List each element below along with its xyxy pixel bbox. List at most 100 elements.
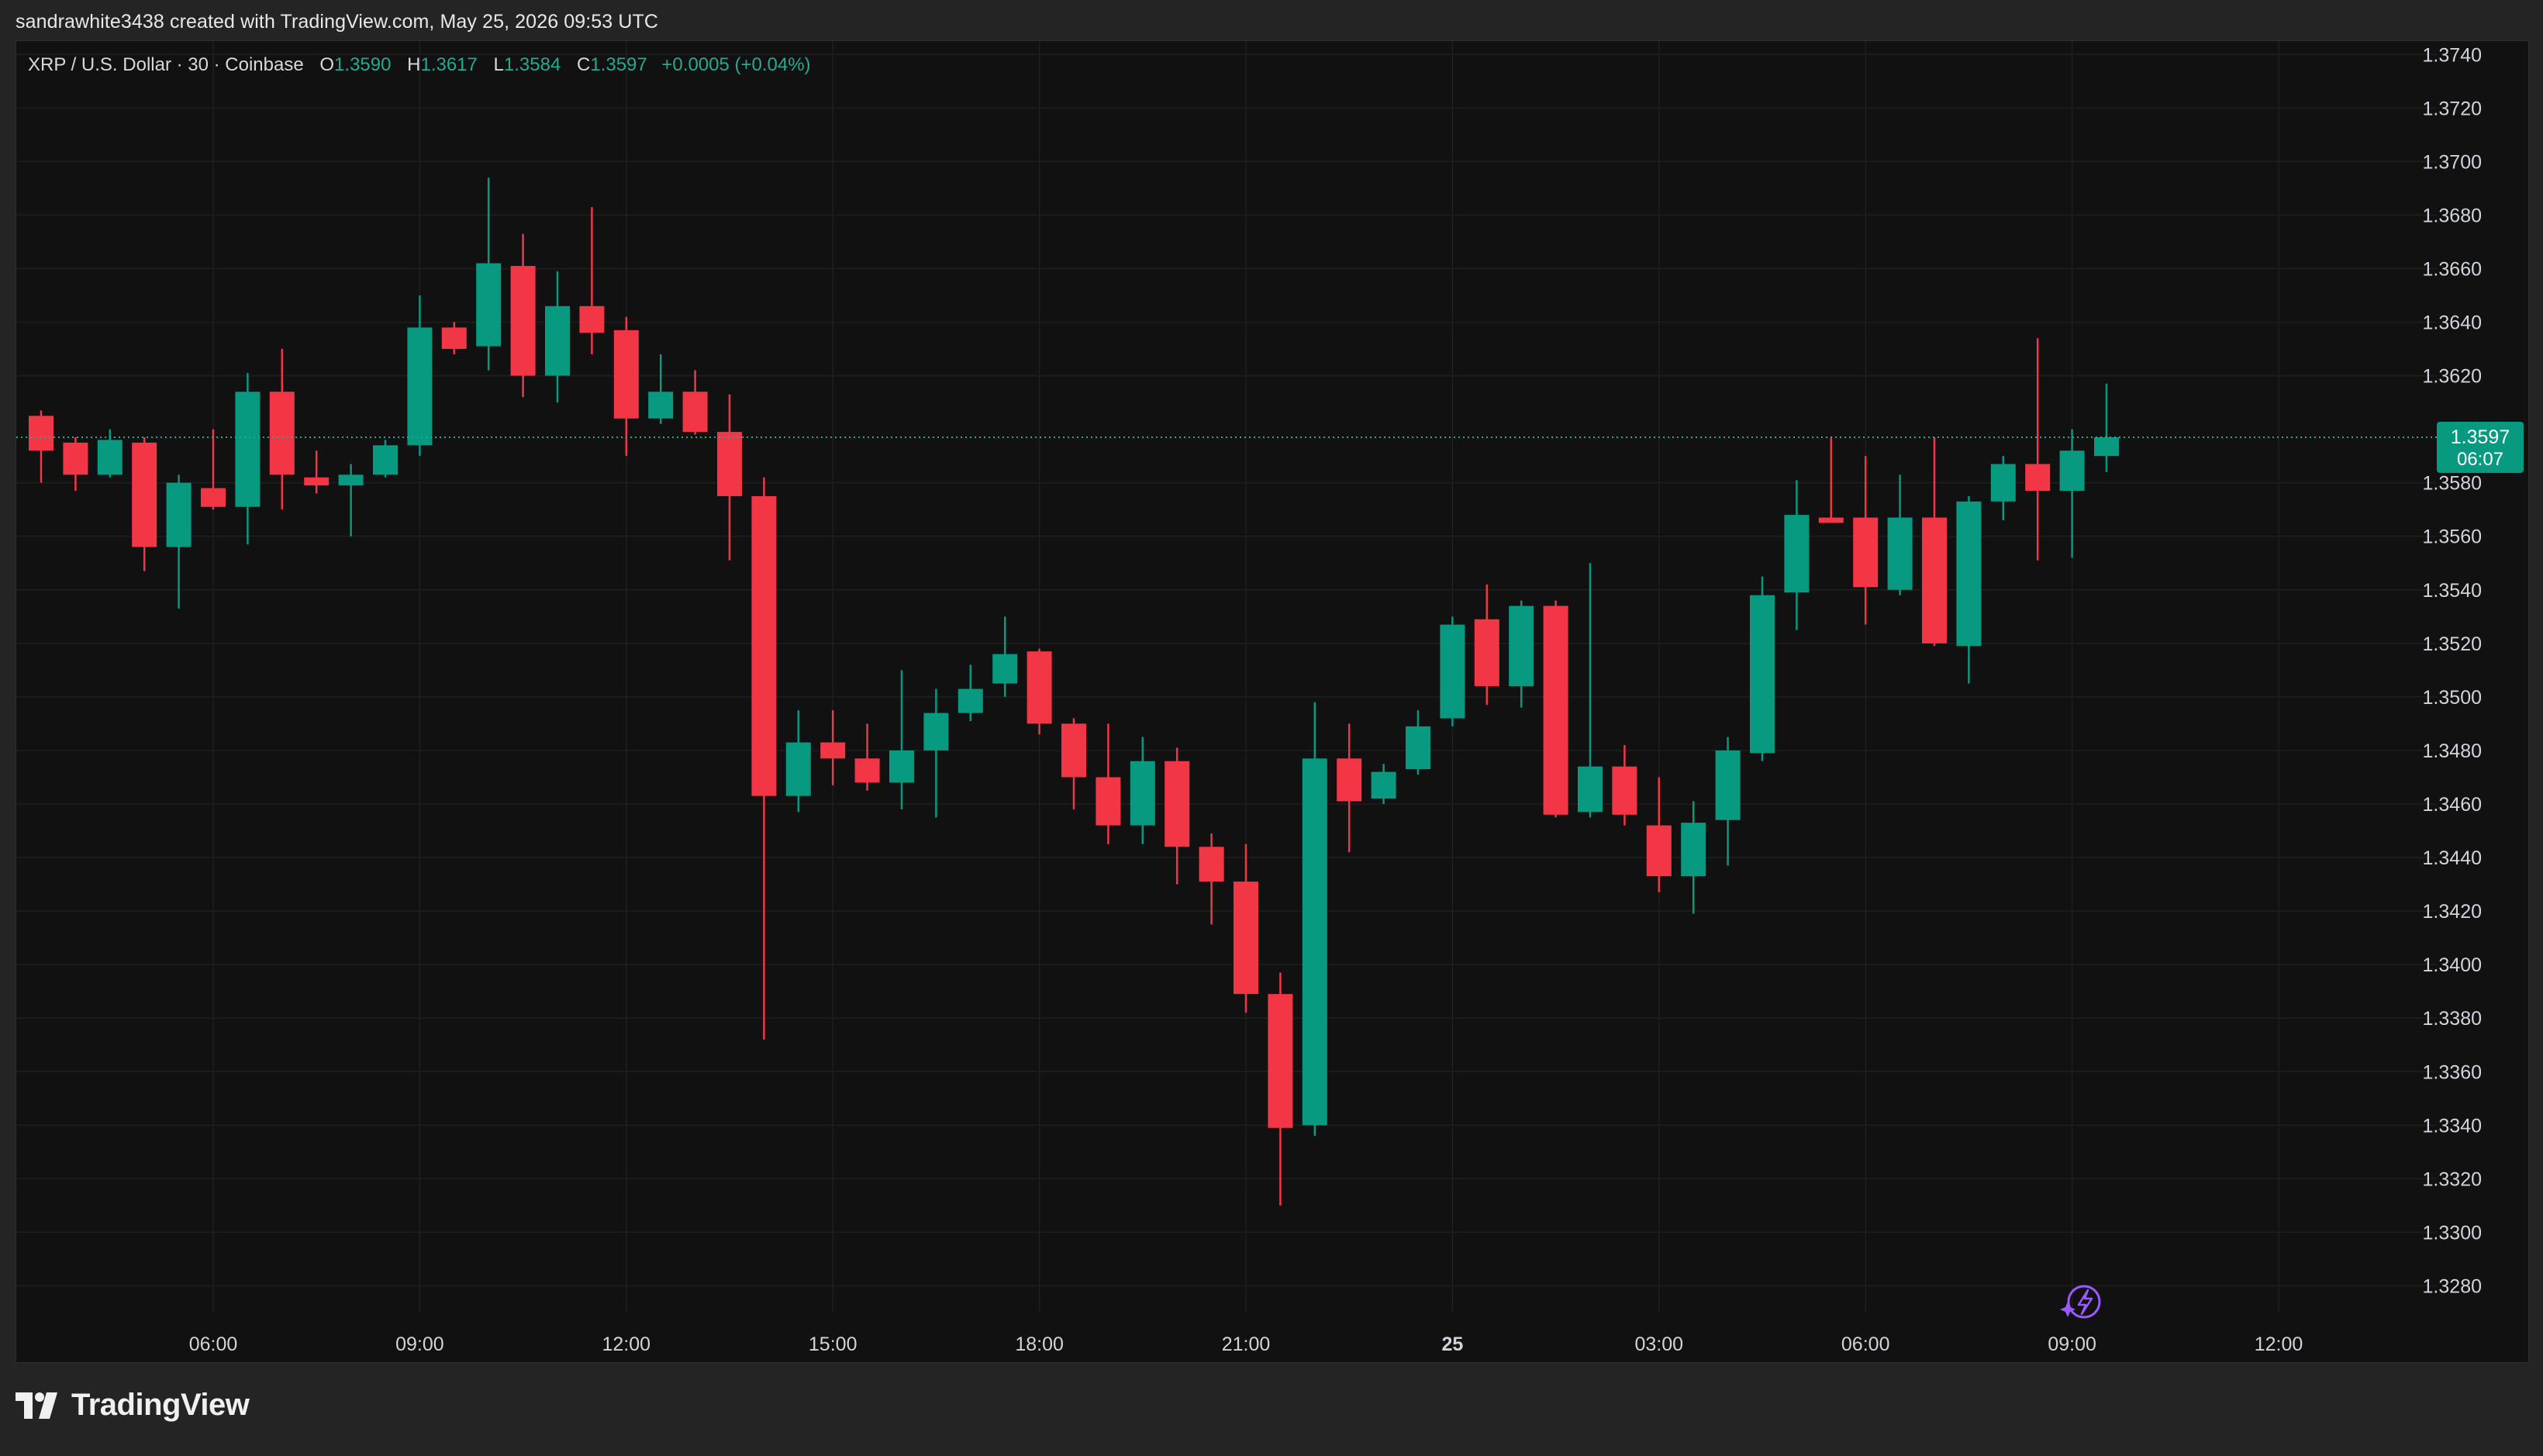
time-tick-label: 03:00: [1635, 1334, 1684, 1355]
time-axis[interactable]: 06:00 09:00 12:00 15:00 18:00 21:00 25 03:00 06:…: [189, 1334, 2303, 1355]
time-tick-label: 09:00: [2048, 1334, 2096, 1355]
symbol-name[interactable]: XRP / U.S. Dollar · 30 · Coinbase: [28, 54, 304, 75]
candle-body: [1165, 761, 1190, 847]
chart-panel[interactable]: 1.3597 06:07 1.3280 1.3300 1.3320 1.3340 1.33…: [16, 40, 2529, 1363]
candle-up: [889, 670, 914, 809]
candle-down: [1096, 723, 1121, 844]
candle-down: [2025, 338, 2051, 561]
candle-body: [1337, 758, 1362, 802]
candle-body: [476, 263, 502, 347]
price-tick-label: 1.3280: [2423, 1275, 2482, 1297]
price-tick-label: 1.3380: [2423, 1008, 2482, 1030]
candle-up: [1509, 600, 1534, 708]
candle-up: [2059, 429, 2085, 558]
candle-up: [1440, 616, 1465, 726]
candle-up: [1578, 563, 1603, 818]
candle-body: [992, 654, 1018, 684]
spark-icon[interactable]: [2060, 1285, 2101, 1319]
high-label: H: [407, 54, 421, 75]
price-axis[interactable]: 1.3280 1.3300 1.3320 1.3340 1.3360 1.3380 1.34…: [2423, 44, 2482, 1297]
tradingview-brand[interactable]: TradingView: [16, 1388, 250, 1423]
tradingview-logo-icon: [16, 1392, 57, 1419]
candle-down: [201, 429, 226, 510]
candle-body: [338, 474, 364, 486]
price-tick-label: 1.3300: [2423, 1222, 2482, 1244]
candle-up: [1956, 495, 1982, 684]
price-tick-label: 1.3720: [2423, 98, 2482, 119]
candle-down: [1234, 844, 1258, 1013]
candle-body: [1681, 823, 1706, 877]
candle-body: [889, 750, 914, 783]
candle-up: [1302, 702, 1327, 1137]
candle-down: [132, 436, 157, 571]
candle-down: [1337, 723, 1362, 853]
candle-body: [1612, 766, 1637, 815]
candle-body: [854, 758, 880, 783]
candle-body: [1440, 624, 1465, 719]
candle-up: [785, 710, 811, 813]
candle-down: [441, 322, 467, 354]
candle-body: [1268, 994, 1293, 1128]
time-tick-label: 06:00: [189, 1334, 238, 1355]
candle-body: [373, 445, 398, 475]
time-tick-label: 15:00: [809, 1334, 857, 1355]
candle-down: [682, 370, 708, 435]
price-tick-label: 1.3640: [2423, 312, 2482, 334]
candle-body: [166, 482, 192, 547]
last-price-value: 1.3597: [2451, 426, 2510, 448]
time-tick-label: 06:00: [1841, 1334, 1890, 1355]
candle-body: [2059, 450, 2085, 492]
candle-down: [1922, 436, 1947, 647]
candle-up: [1371, 764, 1396, 804]
candle-up: [923, 688, 949, 818]
change-value: +0.0005 (+0.04%): [661, 54, 811, 75]
candle-body: [1818, 517, 1844, 523]
candlestick-chart[interactable]: 1.359706:07 1.32801.33001.33201.33401.33…: [16, 41, 2528, 1362]
close-label: C: [576, 54, 591, 75]
candle-up: [1681, 801, 1706, 914]
candle-up: [1750, 576, 1775, 761]
candle-down: [1027, 648, 1052, 735]
candle-up: [1784, 480, 1810, 630]
candle-body: [1646, 825, 1672, 877]
high-value: 1.3617: [420, 54, 478, 75]
price-tick-label: 1.3500: [2423, 687, 2482, 709]
price-tick-label: 1.3620: [2423, 366, 2482, 388]
candle-up: [1715, 737, 1741, 866]
candle-up: [407, 295, 433, 457]
candle-body: [1578, 766, 1603, 813]
low-label: L: [493, 54, 504, 75]
candle-up: [235, 373, 261, 545]
candle-body: [820, 742, 846, 759]
candle-up: [338, 464, 364, 537]
candle-body: [2025, 464, 2051, 492]
candle-body: [304, 477, 330, 486]
candle-down: [717, 394, 742, 561]
price-tick-label: 1.3420: [2423, 901, 2482, 923]
candle-body: [613, 329, 639, 419]
candle-body: [407, 327, 433, 446]
candle-body: [2094, 436, 2119, 457]
chart-caption: sandrawhite3438 created with TradingView…: [16, 11, 659, 33]
candle-up: [545, 271, 570, 403]
candle-down: [854, 723, 880, 791]
candle-up: [166, 474, 192, 609]
candle-body: [1027, 651, 1052, 724]
price-tick-label: 1.3340: [2423, 1115, 2482, 1137]
brand-name: TradingView: [71, 1388, 250, 1422]
price-tick-label: 1.3320: [2423, 1168, 2482, 1190]
candles: [29, 178, 2119, 1206]
price-tick-label: 1.3480: [2423, 740, 2482, 762]
symbol-legend[interactable]: XRP / U.S. Dollar · 30 · Coinbase O1.359…: [28, 54, 811, 76]
low-value: 1.3584: [503, 54, 561, 75]
candle-down: [820, 710, 846, 785]
candle-down: [29, 410, 53, 483]
candle-body: [751, 495, 777, 796]
candle-body: [1543, 606, 1568, 815]
candle-body: [1956, 501, 1982, 647]
candle-body: [29, 416, 53, 451]
candle-body: [1750, 595, 1775, 754]
close-value: 1.3597: [590, 54, 647, 75]
price-tick-label: 1.3740: [2423, 44, 2482, 66]
candle-body: [1130, 761, 1155, 826]
